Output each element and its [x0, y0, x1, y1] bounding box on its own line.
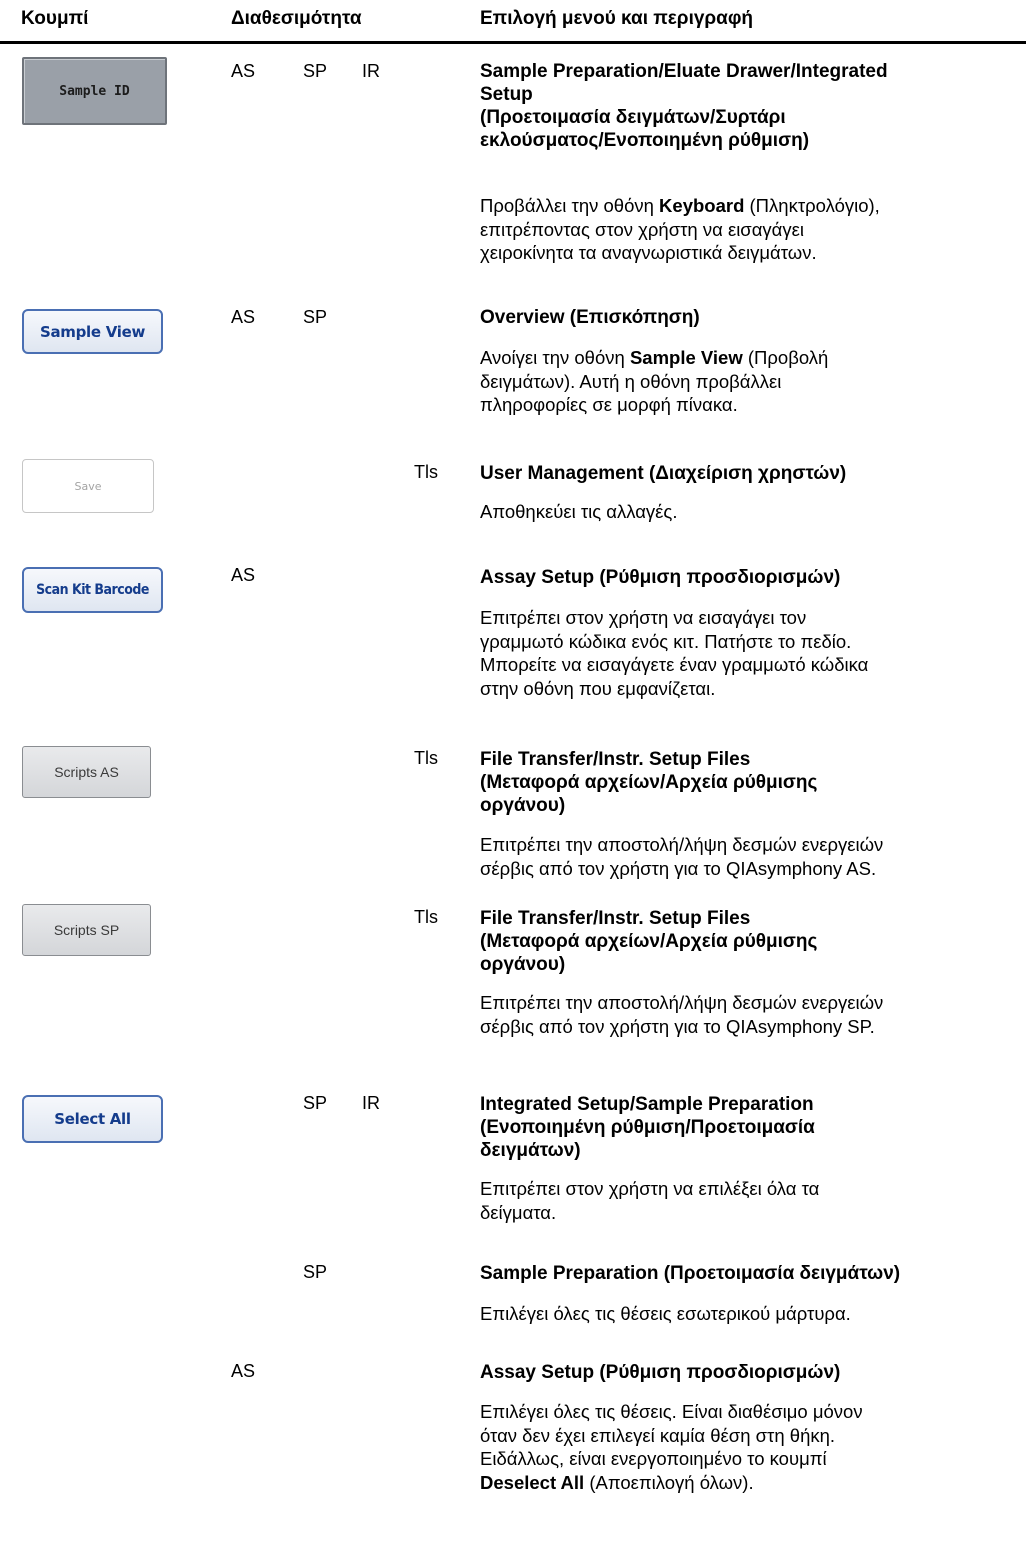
availability-ir: IR — [362, 1093, 380, 1113]
description: Επιτρέπει την αποστολή/λήψη δεσμών ενεργ… — [480, 834, 884, 879]
description: Επιτρέπει στον χρήστη να επιλέξει όλα τα… — [480, 1178, 820, 1223]
availability-sp: SP — [303, 1093, 328, 1113]
availability-as: AS — [231, 1361, 256, 1381]
column-header-menu-description: Επιλογή μενού και περιγραφή — [480, 8, 754, 29]
menu-title: Sample Preparation (Προετοιμασία δειγμάτ… — [480, 1263, 901, 1284]
description: Επιτρέπει την αποστολή/λήψη δεσμών ενεργ… — [480, 992, 884, 1037]
description: Αποθηκεύει τις αλλαγές. — [480, 501, 678, 522]
availability-ir: IR — [362, 61, 380, 81]
menu-title: Sample Preparation/Eluate Drawer/Integra… — [480, 61, 888, 151]
description: Προβάλλει την οθόνη Keyboard (Πληκτρολόγ… — [480, 195, 880, 263]
availability-tls: Tls — [414, 907, 438, 927]
menu-title: Integrated Setup/Sample Preparation (Ενοπ… — [480, 1094, 815, 1161]
menu-title: Assay Setup (Ρύθμιση προσδιορισμών) — [480, 567, 841, 588]
availability-sp: SP — [303, 307, 328, 327]
availability-tls: Tls — [414, 748, 438, 768]
availability-sp: SP — [303, 1262, 328, 1282]
availability-sp: SP — [303, 61, 328, 81]
menu-title: Assay Setup (Ρύθμιση προσδιορισμών) — [480, 1362, 841, 1383]
header-rule — [0, 41, 1026, 44]
description: Επιλέγει όλες τις θέσεις εσωτερικού μάρτ… — [480, 1303, 851, 1324]
description: Επιτρέπει στον χρήστη να εισαγάγει τον γ… — [480, 607, 869, 699]
column-header-availability: Διαθεσιμότητα — [231, 8, 362, 29]
menu-title: File Transfer/Instr. Setup Files (Μεταφορ… — [480, 749, 818, 816]
availability-as: AS — [231, 61, 256, 81]
description: Επιλέγει όλες τις θέσεις. Είναι διαθέσιμ… — [480, 1401, 863, 1493]
menu-title: File Transfer/Instr. Setup Files (Μεταφορ… — [480, 908, 818, 975]
menu-title: User Management (Διαχείριση χρηστών) — [480, 463, 847, 484]
availability-as: AS — [231, 307, 256, 327]
save-button[interactable]: Save — [22, 459, 154, 513]
availability-tls: Tls — [414, 462, 438, 482]
scan-kit-barcode-button[interactable]: Scan Kit Barcode — [22, 567, 163, 613]
scripts-as-button[interactable]: Scripts AS — [22, 746, 151, 798]
menu-title: Overview (Επισκόπηση) — [480, 307, 700, 328]
scripts-sp-button[interactable]: Scripts SP — [22, 904, 151, 956]
availability-as: AS — [231, 565, 256, 585]
select-all-button[interactable]: Select All — [22, 1095, 163, 1143]
sample-view-button[interactable]: Sample View — [22, 309, 163, 354]
column-header-button: Κουμπί — [21, 8, 89, 29]
description: Ανοίγει την οθόνη Sample View (Προβολή δ… — [480, 347, 829, 415]
sample-id-button[interactable]: Sample ID — [22, 57, 167, 125]
